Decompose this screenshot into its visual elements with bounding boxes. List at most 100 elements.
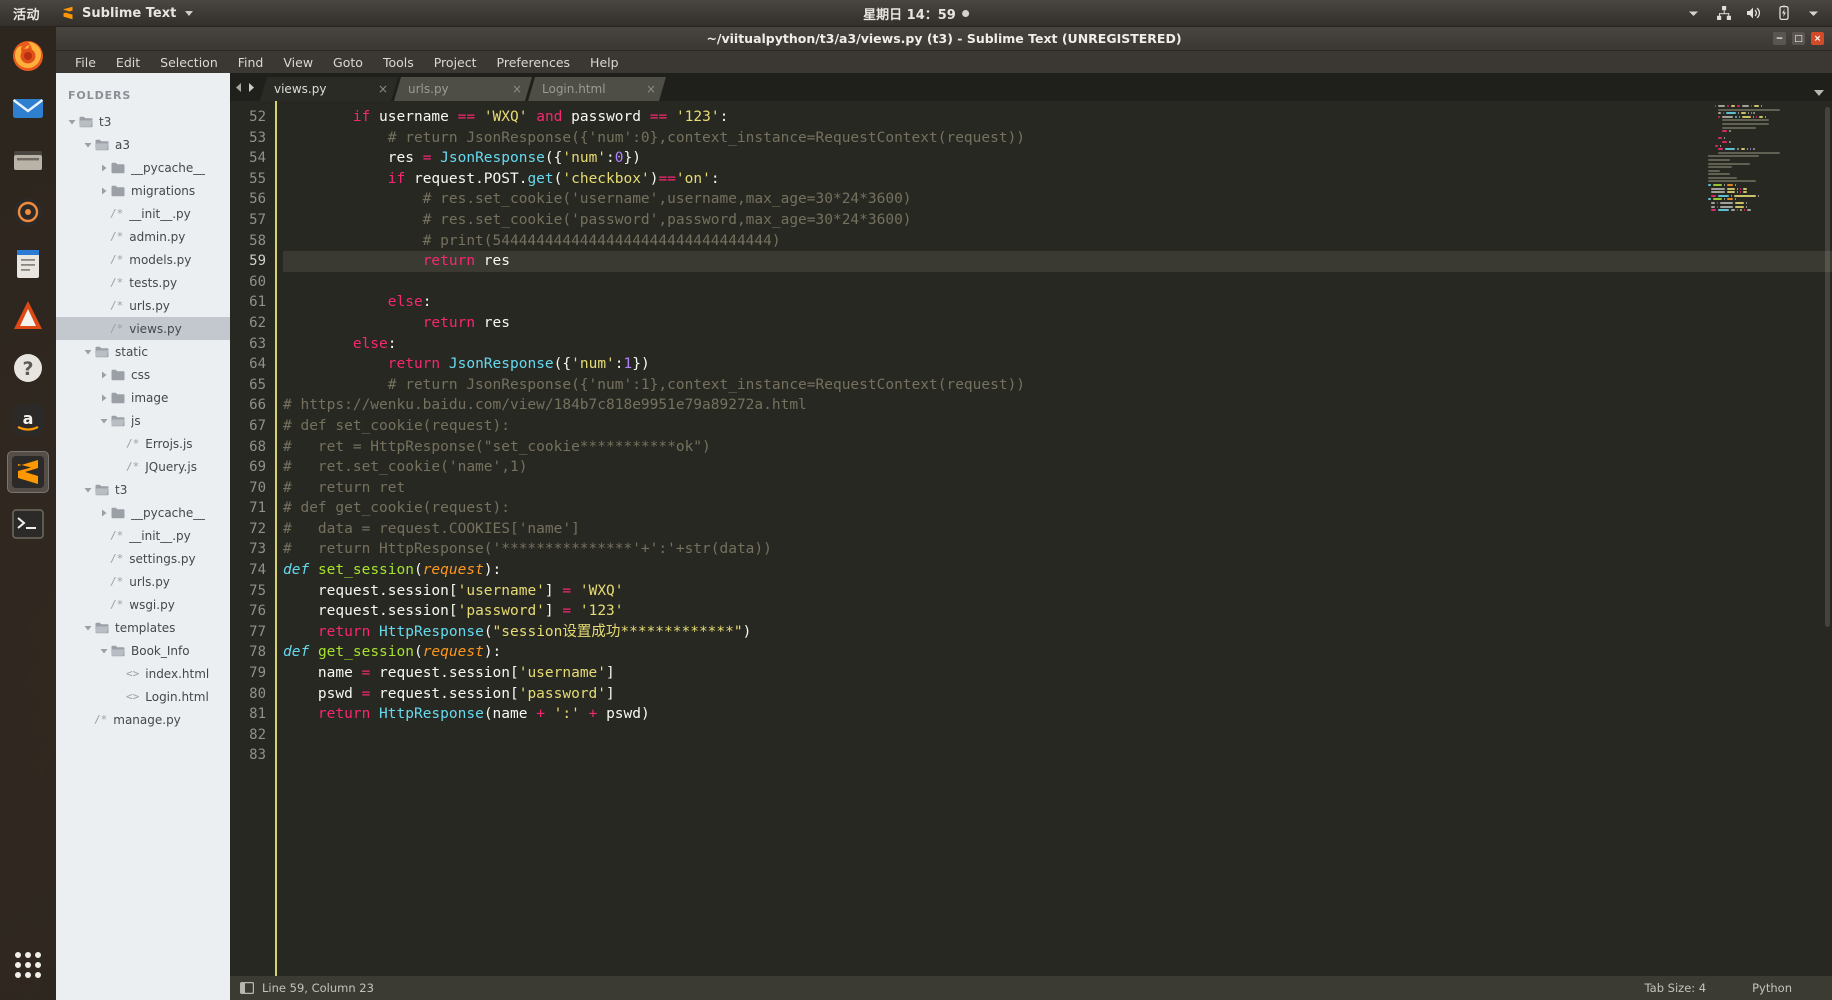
code-line[interactable]: # def set_cookie(request):: [283, 416, 1832, 437]
twisty-open-icon[interactable]: [98, 417, 110, 425]
dock-item-libreoffice-writer[interactable]: [7, 243, 49, 285]
code-line[interactable]: if request.POST.get('checkbox')=='on':: [283, 169, 1832, 190]
network-icon[interactable]: [1715, 5, 1732, 22]
code-line[interactable]: request.session['username'] = 'WXQ': [283, 581, 1832, 602]
code-line[interactable]: def set_session(request):: [283, 560, 1832, 581]
sidebar-item-templates[interactable]: templates: [56, 616, 230, 639]
activities-button[interactable]: 活动: [0, 4, 51, 23]
sidebar-item-css[interactable]: css: [56, 363, 230, 386]
code-line[interactable]: return JsonResponse({'num':1}): [283, 354, 1832, 375]
code-line[interactable]: # return ret: [283, 478, 1832, 499]
code-line[interactable]: request.session['password'] = '123': [283, 601, 1832, 622]
twisty-closed-icon[interactable]: [98, 509, 110, 517]
dock-item-ubuntu-software[interactable]: [7, 295, 49, 337]
code-line[interactable]: [283, 745, 1832, 766]
tab-close-icon[interactable]: ×: [646, 82, 656, 96]
vertical-scrollbar[interactable]: [1825, 103, 1830, 974]
sidebar-item-wsgi-py[interactable]: /* wsgi.py: [56, 593, 230, 616]
sidebar-item-book-info[interactable]: Book_Info: [56, 639, 230, 662]
code-line[interactable]: pswd = request.session['password']: [283, 684, 1832, 705]
code-line[interactable]: return HttpResponse(name + ':' + pswd): [283, 704, 1832, 725]
code-line[interactable]: def get_session(request):: [283, 642, 1832, 663]
sidebar-file-tree[interactable]: FOLDERS t3 a3 __pycache__ migrations/* __ini…: [56, 73, 230, 1000]
code-line[interactable]: # print(54444444444444444444444444444444…: [283, 231, 1832, 252]
code-line[interactable]: # def get_cookie(request):: [283, 498, 1832, 519]
tab-urls-py[interactable]: urls.py ×: [394, 77, 532, 101]
sidebar-item-settings-py[interactable]: /* settings.py: [56, 547, 230, 570]
code-line[interactable]: # res.set_cookie('password',password,max…: [283, 210, 1832, 231]
sidebar-item-pycache[interactable]: __pycache__: [56, 501, 230, 524]
tab-overflow-chevron-icon[interactable]: [1814, 90, 1824, 96]
dock-item-files[interactable]: [7, 139, 49, 181]
show-applications-button[interactable]: [7, 944, 49, 986]
sidebar-item-models-py[interactable]: /* models.py: [56, 248, 230, 271]
code-line[interactable]: # https://wenku.baidu.com/view/184b7c818…: [283, 395, 1832, 416]
tab-close-icon[interactable]: ×: [378, 82, 388, 96]
close-button[interactable]: ×: [1811, 32, 1824, 45]
sidebar-item-t3[interactable]: t3: [56, 478, 230, 501]
code-line[interactable]: return HttpResponse("session设置成功********…: [283, 622, 1832, 643]
sidebar-item-views-py[interactable]: /* views.py: [56, 317, 230, 340]
menu-item-selection[interactable]: Selection: [150, 53, 228, 72]
maximize-button[interactable]: □: [1792, 32, 1805, 45]
dock-item-amazon[interactable]: a: [7, 399, 49, 441]
code-line[interactable]: [283, 725, 1832, 746]
sidebar-item-a3[interactable]: a3: [56, 133, 230, 156]
code-line[interactable]: name = request.session['username']: [283, 663, 1832, 684]
code-line[interactable]: # return HttpResponse('***************'+…: [283, 539, 1832, 560]
dock-item-help[interactable]: ?: [7, 347, 49, 389]
code-line[interactable]: # ret.set_cookie('name',1): [283, 457, 1832, 478]
twisty-open-icon[interactable]: [82, 624, 94, 632]
sidebar-item-t3[interactable]: t3: [56, 110, 230, 133]
code-line[interactable]: # return JsonResponse({'num':1},context_…: [283, 375, 1832, 396]
code-line[interactable]: return res: [283, 313, 1832, 334]
dock-item-firefox[interactable]: [7, 35, 49, 77]
dock-item-terminal[interactable]: [7, 503, 49, 545]
code-line[interactable]: if username == 'WXQ' and password == '12…: [283, 107, 1832, 128]
sidebar-item-static[interactable]: static: [56, 340, 230, 363]
menu-item-edit[interactable]: Edit: [106, 53, 150, 72]
sidebar-item-errojs-js[interactable]: /* Errojs.js: [56, 432, 230, 455]
code-line[interactable]: # return JsonResponse({'num':0},context_…: [283, 128, 1832, 149]
sidebar-item-init-py[interactable]: /* __init__.py: [56, 202, 230, 225]
twisty-open-icon[interactable]: [82, 486, 94, 494]
toggle-sidebar-icon[interactable]: [240, 982, 254, 994]
menu-item-file[interactable]: File: [65, 53, 106, 72]
menu-item-view[interactable]: View: [273, 53, 323, 72]
sidebar-item-migrations[interactable]: migrations: [56, 179, 230, 202]
dock-item-sublime-text[interactable]: [7, 451, 49, 493]
sidebar-item-login-html[interactable]: <> Login.html: [56, 685, 230, 708]
chevron-down-icon[interactable]: [1805, 5, 1822, 22]
menu-item-preferences[interactable]: Preferences: [487, 53, 581, 72]
sidebar-item-jquery-js[interactable]: /* JQuery.js: [56, 455, 230, 478]
tab-nav-arrows[interactable]: [230, 73, 260, 101]
battery-icon[interactable]: [1775, 5, 1792, 22]
twisty-open-icon[interactable]: [98, 647, 110, 655]
tab-size-label[interactable]: Tab Size: 4: [1645, 981, 1707, 995]
tab-views-py[interactable]: views.py ×: [260, 77, 398, 101]
app-menu-sublime-text[interactable]: Sublime Text: [51, 6, 203, 21]
sidebar-item-tests-py[interactable]: /* tests.py: [56, 271, 230, 294]
sidebar-item-init-py[interactable]: /* __init__.py: [56, 524, 230, 547]
chevron-down-icon[interactable]: [1685, 5, 1702, 22]
minimize-button[interactable]: −: [1773, 32, 1786, 45]
scrollbar-thumb[interactable]: [1825, 107, 1830, 627]
twisty-open-icon[interactable]: [82, 141, 94, 149]
twisty-open-icon[interactable]: [82, 348, 94, 356]
clock[interactable]: 星期日 14：59: [863, 4, 969, 23]
code-line[interactable]: # ret = HttpResponse("set_cookie********…: [283, 437, 1832, 458]
menu-item-find[interactable]: Find: [228, 53, 274, 72]
tab-close-icon[interactable]: ×: [512, 82, 522, 96]
twisty-open-icon[interactable]: [66, 118, 78, 126]
code-line[interactable]: # res.set_cookie('username',username,max…: [283, 189, 1832, 210]
code-line[interactable]: else:: [283, 334, 1832, 355]
menu-item-tools[interactable]: Tools: [373, 53, 424, 72]
tab-login-html[interactable]: Login.html ×: [528, 77, 666, 101]
menu-item-goto[interactable]: Goto: [323, 53, 373, 72]
twisty-closed-icon[interactable]: [98, 187, 110, 195]
sidebar-item-image[interactable]: image: [56, 386, 230, 409]
code-content[interactable]: if username == 'WXQ' and password == '12…: [277, 101, 1832, 976]
sidebar-item-js[interactable]: js: [56, 409, 230, 432]
menu-item-help[interactable]: Help: [580, 53, 629, 72]
sidebar-item-pycache[interactable]: __pycache__: [56, 156, 230, 179]
